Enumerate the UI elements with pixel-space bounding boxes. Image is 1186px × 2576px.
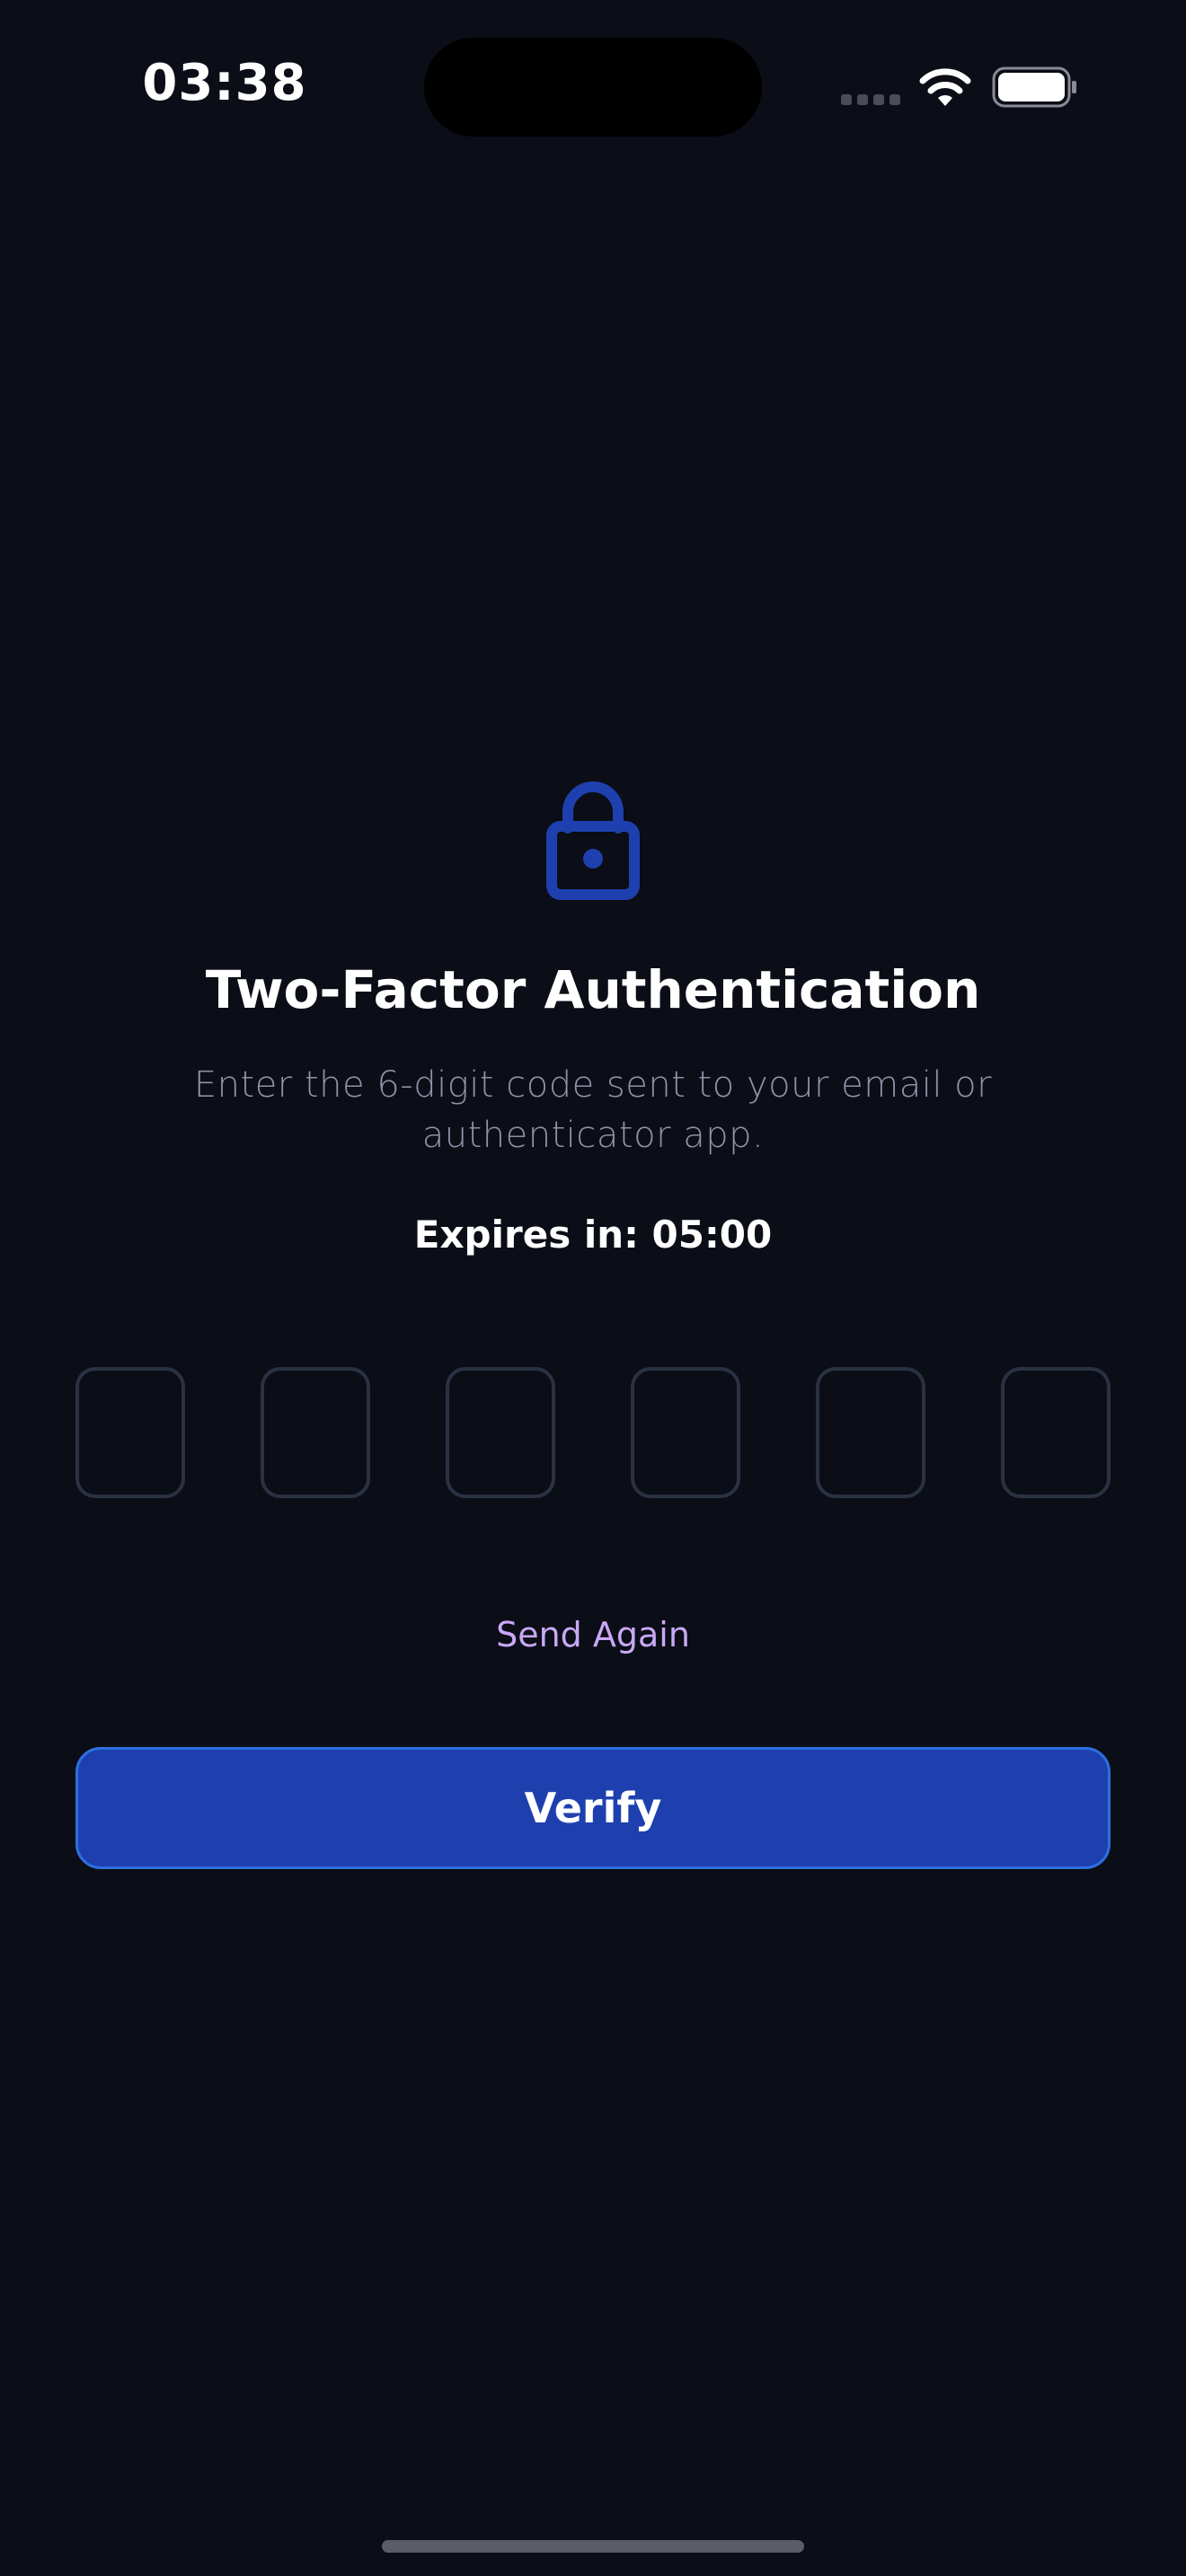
otp-digit-3[interactable] <box>446 1367 555 1498</box>
page-title: Two-Factor Authentication <box>205 959 981 1020</box>
otp-digit-4[interactable] <box>631 1367 740 1498</box>
expiry-timer: Expires in: 05:00 <box>413 1213 773 1257</box>
otp-digit-5[interactable] <box>816 1367 925 1498</box>
dynamic-island <box>424 38 762 137</box>
wifi-icon <box>919 68 971 106</box>
send-again-link[interactable]: Send Again <box>413 1608 773 1662</box>
page-subtitle: Enter the 6-digit code sent to your emai… <box>193 1064 993 1156</box>
otp-digit-1[interactable] <box>75 1367 185 1498</box>
cellular-signal-icon <box>841 94 900 105</box>
battery-icon <box>992 66 1076 108</box>
status-time: 03:38 <box>142 54 307 112</box>
lock-icon <box>546 781 640 900</box>
otp-digit-2[interactable] <box>261 1367 370 1498</box>
otp-input-row <box>75 1367 1111 1498</box>
home-indicator[interactable] <box>382 2540 804 2553</box>
otp-digit-6[interactable] <box>1001 1367 1111 1498</box>
verify-button[interactable]: Verify <box>75 1747 1111 1869</box>
status-bar: 03:38 <box>0 0 1186 171</box>
